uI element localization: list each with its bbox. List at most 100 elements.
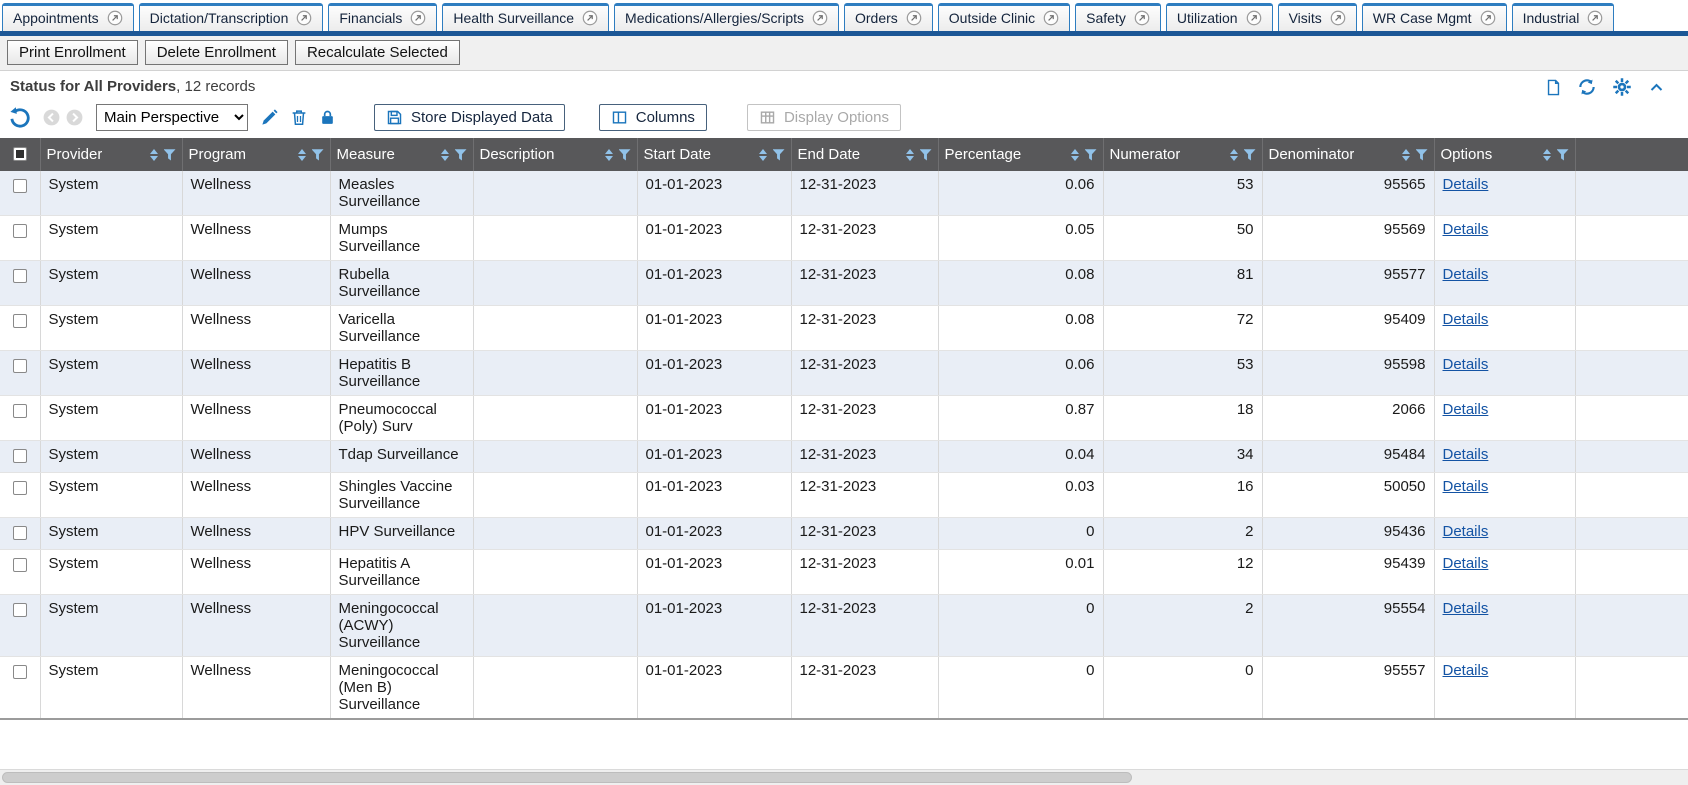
row-checkbox[interactable] [13,665,27,679]
popout-icon[interactable] [410,10,426,26]
module-tab[interactable]: Outside Clinic [938,3,1070,31]
module-tab[interactable]: Financials [328,3,437,31]
filter-icon[interactable] [1557,149,1569,161]
new-record-button[interactable] [1545,78,1562,97]
row-checkbox[interactable] [13,558,27,572]
cell-provider: System [40,657,182,720]
sort-icon[interactable] [605,149,613,161]
sort-icon[interactable] [759,149,767,161]
sort-icon[interactable] [906,149,914,161]
row-checkbox[interactable] [13,179,27,193]
column-header-numerator[interactable]: Numerator [1103,138,1262,171]
lock-perspective-button[interactable] [319,108,336,127]
popout-icon[interactable] [906,10,922,26]
module-tab[interactable]: Medications/Allergies/Scripts [614,3,839,31]
column-header-measure[interactable]: Measure [330,138,473,171]
popout-icon[interactable] [812,10,828,26]
tab-label: Outside Clinic [949,10,1035,26]
columns-button[interactable]: Columns [599,104,707,131]
edit-perspective-button[interactable] [260,108,279,127]
details-link[interactable]: Details [1443,401,1489,418]
popout-icon[interactable] [1246,10,1262,26]
details-link[interactable]: Details [1443,311,1489,328]
scrollbar-thumb[interactable] [2,772,1132,783]
row-checkbox[interactable] [13,603,27,617]
module-tab[interactable]: Visits [1278,3,1357,31]
row-checkbox[interactable] [13,404,27,418]
sort-icon[interactable] [298,149,306,161]
recalculate-selected-button[interactable]: Recalculate Selected [295,40,460,65]
sort-icon[interactable] [1071,149,1079,161]
details-link[interactable]: Details [1443,356,1489,373]
display-options-button[interactable]: Display Options [747,104,901,131]
details-link[interactable]: Details [1443,523,1489,540]
popout-icon[interactable] [296,10,312,26]
refresh-button[interactable] [1577,77,1597,97]
module-tab[interactable]: Appointments [2,3,134,31]
popout-icon[interactable] [1587,10,1603,26]
settings-button[interactable] [1612,77,1632,97]
column-header-program[interactable]: Program [182,138,330,171]
details-link[interactable]: Details [1443,221,1489,238]
filter-icon[interactable] [1416,149,1428,161]
details-link[interactable]: Details [1443,555,1489,572]
sort-icon[interactable] [441,149,449,161]
popout-icon[interactable] [582,10,598,26]
sort-icon[interactable] [1230,149,1238,161]
undo-button[interactable] [8,106,32,130]
row-checkbox[interactable] [13,526,27,540]
details-link[interactable]: Details [1443,600,1489,617]
details-link[interactable]: Details [1443,266,1489,283]
sort-icon[interactable] [1543,149,1551,161]
module-tab[interactable]: Health Surveillance [442,3,609,31]
row-checkbox[interactable] [13,224,27,238]
filter-icon[interactable] [773,149,785,161]
filter-icon[interactable] [312,149,324,161]
print-enrollment-button[interactable]: Print Enrollment [7,40,138,65]
module-tab[interactable]: Orders [844,3,933,31]
popout-icon[interactable] [1043,10,1059,26]
module-tab[interactable]: Industrial [1512,3,1615,31]
details-link[interactable]: Details [1443,662,1489,679]
sort-icon[interactable] [150,149,158,161]
filter-icon[interactable] [164,149,176,161]
column-header-description[interactable]: Description [473,138,637,171]
module-tab[interactable]: WR Case Mgmt [1362,3,1507,31]
filter-icon[interactable] [619,149,631,161]
filter-icon[interactable] [920,149,932,161]
column-header-end-date[interactable]: End Date [791,138,938,171]
column-header-percentage[interactable]: Percentage [938,138,1103,171]
filter-icon[interactable] [1244,149,1256,161]
filter-icon[interactable] [1085,149,1097,161]
delete-enrollment-button[interactable]: Delete Enrollment [145,40,288,65]
column-header-denominator[interactable]: Denominator [1262,138,1434,171]
column-header-provider[interactable]: Provider [40,138,182,171]
module-tab[interactable]: Dictation/Transcription [139,3,324,31]
row-checkbox[interactable] [13,481,27,495]
collapse-button[interactable] [1647,80,1666,95]
forward-button[interactable] [65,108,84,127]
sort-icon[interactable] [1402,149,1410,161]
details-link[interactable]: Details [1443,446,1489,463]
module-tab[interactable]: Utilization [1166,3,1273,31]
select-all-checkbox[interactable] [13,147,27,161]
row-checkbox[interactable] [13,314,27,328]
row-checkbox[interactable] [13,449,27,463]
details-link[interactable]: Details [1443,176,1489,193]
module-tab[interactable]: Safety [1075,3,1161,31]
store-displayed-data-button[interactable]: Store Displayed Data [374,104,565,131]
delete-perspective-button[interactable] [290,108,308,127]
row-checkbox[interactable] [13,269,27,283]
column-header-options[interactable]: Options [1434,138,1575,171]
popout-icon[interactable] [1134,10,1150,26]
column-header-start-date[interactable]: Start Date [637,138,791,171]
details-link[interactable]: Details [1443,478,1489,495]
back-button[interactable] [42,108,61,127]
filter-icon[interactable] [455,149,467,161]
horizontal-scrollbar[interactable] [0,769,1688,785]
popout-icon[interactable] [1330,10,1346,26]
popout-icon[interactable] [107,10,123,26]
row-checkbox[interactable] [13,359,27,373]
popout-icon[interactable] [1480,10,1496,26]
perspective-select[interactable]: Main Perspective [96,104,248,131]
